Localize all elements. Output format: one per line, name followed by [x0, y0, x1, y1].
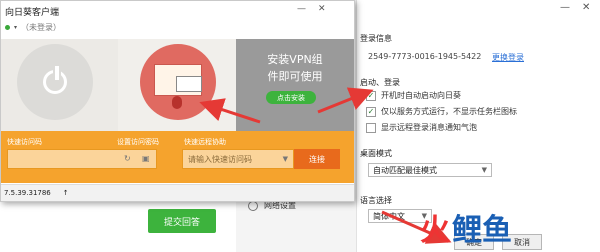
arrow-to-autostart-option: [317, 87, 374, 114]
watermark-text-1: 火: [420, 213, 450, 248]
arrow-to-remote-icon: [199, 98, 261, 124]
watermark-text-2: 鲤鱼: [452, 213, 512, 248]
watermark-logo: 火 鲤鱼: [420, 205, 512, 249]
